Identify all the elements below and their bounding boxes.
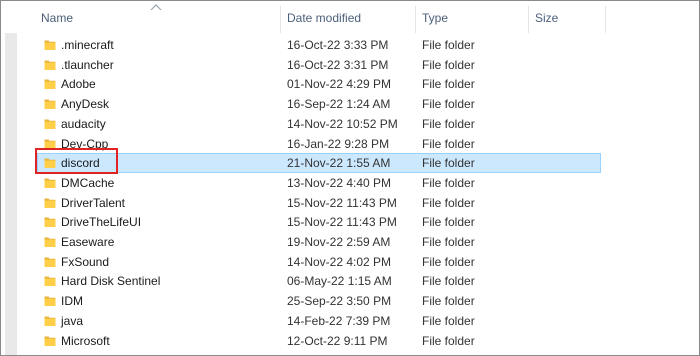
column-header-date-modified[interactable]: Date modified <box>287 1 413 33</box>
date-modified: 19-Nov-22 2:59 AM <box>287 235 391 249</box>
date-modified: 16-Oct-22 3:31 PM <box>287 57 389 72</box>
date-modified: 01-Nov-22 4:29 PM <box>287 77 392 92</box>
file-name[interactable]: Hard Disk Sentinel <box>61 271 160 291</box>
folder-icon <box>44 257 56 267</box>
file-name[interactable]: Easeware <box>61 232 114 252</box>
file-name[interactable]: DriverTalent <box>61 193 125 213</box>
date-modified: 15-Nov-22 11:43 PM <box>287 215 397 230</box>
file-type: File folder <box>422 175 475 190</box>
column-divider[interactable] <box>605 6 606 33</box>
folder-icon <box>44 40 56 50</box>
table-row[interactable]: IDM 25-Sep-22 3:50 PM File folder <box>1 291 699 311</box>
file-type: File folder <box>422 333 475 348</box>
table-row[interactable]: Easeware 19-Nov-22 2:59 AM File folder <box>1 232 699 252</box>
file-type: File folder <box>422 215 475 230</box>
date-modified: 21-Nov-22 1:55 AM <box>287 156 391 171</box>
table-row[interactable]: .tlauncher 16-Oct-22 3:31 PM File folder <box>1 55 699 75</box>
folder-icon <box>44 336 56 346</box>
folder-icon <box>44 316 56 326</box>
folder-icon <box>44 198 56 208</box>
annotation-highlight-box <box>35 148 118 174</box>
file-type: File folder <box>422 38 475 52</box>
file-name[interactable]: DriveTheLifeUI <box>61 212 141 232</box>
date-modified: 13-Nov-22 4:40 PM <box>287 175 392 190</box>
file-list-view: Name Date modified Type Size .minecraft 1… <box>0 0 700 356</box>
column-divider[interactable] <box>415 6 416 33</box>
folder-icon <box>44 276 56 287</box>
date-modified: 06-May-22 1:15 AM <box>287 274 392 289</box>
folder-icon <box>44 217 56 228</box>
file-name[interactable]: Microsoft <box>61 331 110 351</box>
folder-icon <box>44 178 56 188</box>
folder-icon <box>44 296 56 307</box>
file-name[interactable]: AnyDesk <box>61 94 109 114</box>
file-type: File folder <box>422 156 475 171</box>
file-name[interactable]: IDM <box>61 291 83 311</box>
date-modified: 14-Feb-22 7:39 PM <box>287 313 391 328</box>
date-modified: 16-Oct-22 3:33 PM <box>287 38 389 52</box>
file-name[interactable]: .tlauncher <box>61 55 114 75</box>
file-type: File folder <box>422 313 475 328</box>
file-name[interactable]: audacity <box>61 114 106 134</box>
file-type: File folder <box>422 116 475 131</box>
date-modified: 12-Oct-22 9:11 PM <box>287 333 388 348</box>
file-type: File folder <box>422 294 475 309</box>
date-modified: 14-Nov-22 10:52 PM <box>287 116 398 131</box>
file-type: File folder <box>422 77 475 92</box>
folder-icon <box>44 237 56 247</box>
date-modified: 16-Sep-22 1:24 AM <box>287 97 391 112</box>
column-divider[interactable] <box>280 6 281 33</box>
table-row[interactable]: FxSound 14-Nov-22 4:02 PM File folder <box>1 252 699 272</box>
date-modified: 15-Nov-22 11:43 PM <box>287 195 397 210</box>
file-name[interactable]: Adobe <box>61 74 96 94</box>
file-type: File folder <box>422 136 475 151</box>
table-row[interactable]: Microsoft 12-Oct-22 9:11 PM File folder <box>1 331 699 351</box>
column-header-type[interactable]: Type <box>422 1 526 33</box>
column-header-bar: Name Date modified Type Size <box>1 1 699 33</box>
folder-icon <box>44 79 56 90</box>
table-row[interactable]: .minecraft 16-Oct-22 3:33 PM File folder <box>1 35 699 55</box>
table-row[interactable]: audacity 14-Nov-22 10:52 PM File folder <box>1 114 699 134</box>
folder-icon <box>44 99 56 110</box>
table-row[interactable]: Adobe 01-Nov-22 4:29 PM File folder <box>1 74 699 94</box>
table-row[interactable]: DMCache 13-Nov-22 4:40 PM File folder <box>1 173 699 193</box>
table-row[interactable]: Hard Disk Sentinel 06-May-22 1:15 AM File … <box>1 271 699 291</box>
file-name[interactable]: FxSound <box>61 252 109 272</box>
table-row[interactable]: java 14-Feb-22 7:39 PM File folder <box>1 311 699 331</box>
file-name[interactable]: .minecraft <box>61 35 114 55</box>
date-modified: 14-Nov-22 4:02 PM <box>287 254 392 269</box>
file-name[interactable]: java <box>61 311 83 331</box>
table-row[interactable]: AnyDesk 16-Sep-22 1:24 AM File folder <box>1 94 699 114</box>
column-divider[interactable] <box>528 6 529 33</box>
file-type: File folder <box>422 57 475 72</box>
column-header-size[interactable]: Size <box>535 1 603 33</box>
file-type: File folder <box>422 274 475 289</box>
table-row[interactable]: DriverTalent 15-Nov-22 11:43 PM File folde… <box>1 193 699 213</box>
file-type: File folder <box>422 235 475 249</box>
folder-icon <box>44 60 56 70</box>
column-header-name[interactable]: Name <box>41 1 279 33</box>
file-type: File folder <box>422 97 475 112</box>
folder-icon <box>44 119 56 129</box>
file-type: File folder <box>422 195 475 210</box>
table-row[interactable]: DriveTheLifeUI 15-Nov-22 11:43 PM File fol… <box>1 212 699 232</box>
date-modified: 25-Sep-22 3:50 PM <box>287 294 392 309</box>
file-name[interactable]: DMCache <box>61 173 114 193</box>
file-type: File folder <box>422 254 475 269</box>
date-modified: 16-Jan-22 9:28 PM <box>287 136 390 151</box>
